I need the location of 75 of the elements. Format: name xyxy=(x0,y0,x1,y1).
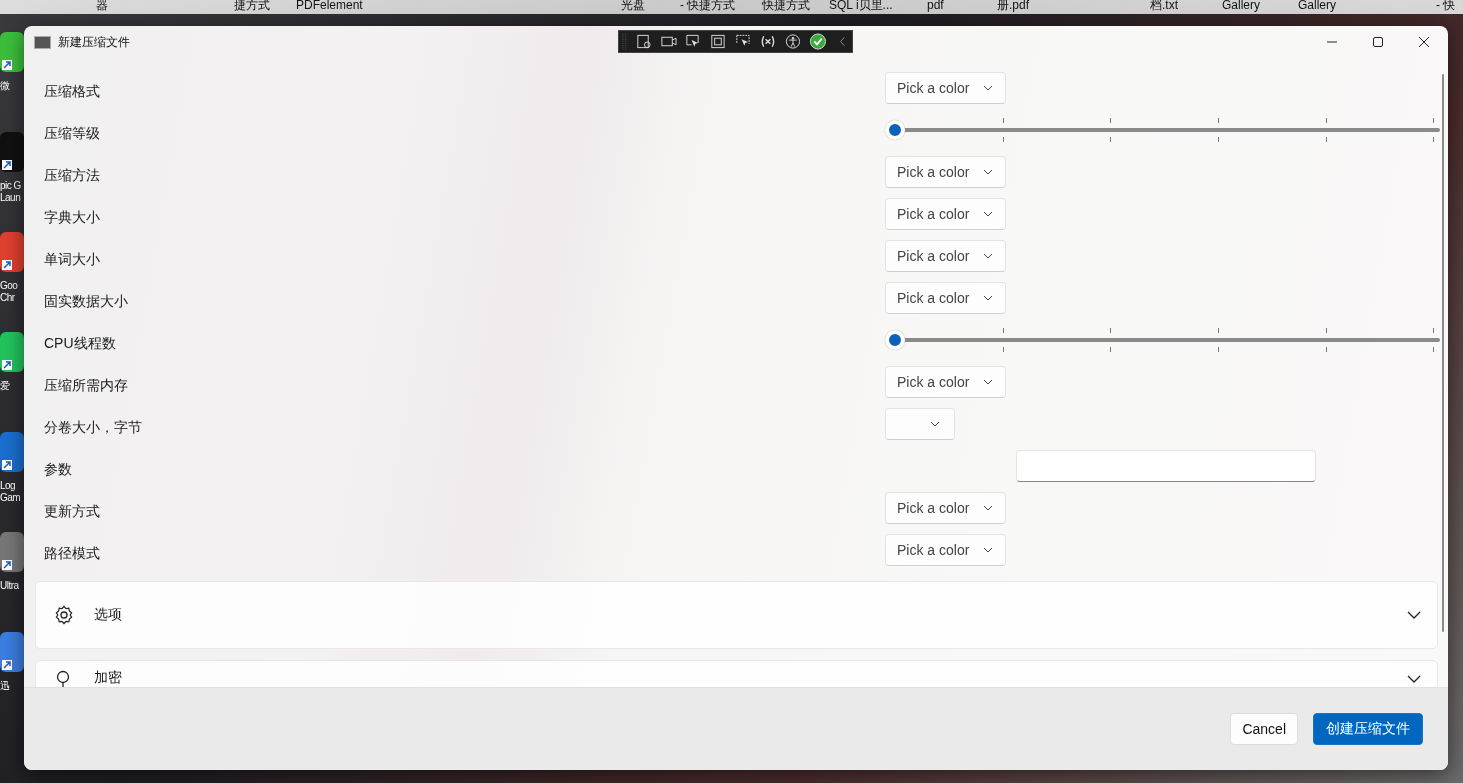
app-shortcut-icon xyxy=(0,330,24,374)
inspect-icon[interactable] xyxy=(634,32,653,51)
icon-label: pic G xyxy=(0,180,21,192)
app-shortcut-icon xyxy=(0,430,24,474)
dropdown[interactable]: Pick a color xyxy=(885,156,1006,188)
icon-label: Laun xyxy=(0,192,21,204)
create-button[interactable]: 创建压缩文件 xyxy=(1313,713,1423,745)
chevron-down-icon xyxy=(983,85,994,91)
setting-label: 压缩格式 xyxy=(44,82,101,101)
icon-label: PDFelement xyxy=(296,0,363,12)
cancel-button[interactable]: Cancel xyxy=(1230,713,1298,745)
icon-label: - 快 xyxy=(1436,0,1456,12)
slider-thumb[interactable] xyxy=(885,330,905,350)
setting-label: 压缩等级 xyxy=(44,124,101,143)
app-icon xyxy=(34,35,51,49)
chevron-down-icon xyxy=(983,295,994,301)
dropdown[interactable]: Pick a color xyxy=(885,240,1006,272)
app-shortcut-icon xyxy=(0,630,24,674)
settings-icon xyxy=(54,605,74,625)
chevron-down-icon xyxy=(983,547,994,553)
icon-label: 册.pdf xyxy=(997,0,1029,12)
maximize-icon[interactable] xyxy=(1372,36,1384,48)
bounds-icon[interactable] xyxy=(709,32,728,51)
dropdown[interactable]: Pick a color xyxy=(885,492,1006,524)
setting-label: CPU线程数 xyxy=(44,334,117,353)
icon-label: Gallery xyxy=(1298,0,1336,12)
icon-label: Gallery xyxy=(1222,0,1260,12)
slider-thumb[interactable] xyxy=(885,120,905,140)
app-shortcut-icon xyxy=(0,230,24,274)
check-icon[interactable] xyxy=(809,32,828,51)
expander-label: 选项 xyxy=(94,606,122,624)
chevron-down-icon xyxy=(983,379,994,385)
expander-card[interactable]: 选项 xyxy=(35,581,1438,649)
app-shortcut-icon xyxy=(0,530,24,574)
icon-label: SQL i贝里... xyxy=(829,0,893,12)
setting-label: 固实数据大小 xyxy=(44,292,129,311)
chevron-down-icon xyxy=(983,253,994,259)
app-shortcut-icon xyxy=(0,130,24,174)
setting-label: 分卷大小，字节 xyxy=(44,418,143,437)
expander-card[interactable]: 加密 xyxy=(35,660,1438,687)
scrollbar[interactable] xyxy=(1442,74,1444,632)
icon-label: 迅 xyxy=(0,680,10,692)
icon-label: 光盘 xyxy=(621,0,645,12)
icon-label: Log xyxy=(0,480,16,492)
icon-label: 器 xyxy=(96,0,108,12)
chevron-down-icon xyxy=(930,421,940,427)
setting-label: 字典大小 xyxy=(44,208,101,227)
setting-label: 参数 xyxy=(44,460,73,479)
dropdown[interactable]: Pick a color xyxy=(885,72,1006,104)
expander-label: 加密 xyxy=(94,669,122,687)
icon-label: pdf xyxy=(927,0,944,12)
setting-label: 更新方式 xyxy=(44,502,101,521)
dropdown[interactable]: Pick a color xyxy=(885,366,1006,398)
accessibility-icon[interactable] xyxy=(784,32,803,51)
icon-label: Ultra xyxy=(0,580,19,592)
close-icon[interactable] xyxy=(1418,36,1430,48)
setting-label: 压缩方法 xyxy=(44,166,101,185)
setting-label: 单词大小 xyxy=(44,250,101,269)
icon-label: Goo xyxy=(0,280,18,292)
dropdown[interactable]: Pick a color xyxy=(885,198,1006,230)
setting-label: 压缩所需内存 xyxy=(44,376,129,395)
chevron-down-icon xyxy=(983,211,994,217)
chevron-down-icon xyxy=(983,169,994,175)
dropdown[interactable]: Pick a color xyxy=(885,534,1006,566)
icon-label: 爱 xyxy=(0,380,10,392)
icon-label: 微 xyxy=(0,80,10,92)
chevron-down-icon xyxy=(983,505,994,511)
icon-label: Gam xyxy=(0,492,21,504)
input-field[interactable] xyxy=(1016,450,1316,482)
icon-label: Chr xyxy=(0,292,15,304)
setting-label: 路径模式 xyxy=(44,544,101,563)
dropdown[interactable]: Pick a color xyxy=(885,282,1006,314)
icon-label: 档.txt xyxy=(1150,0,1178,12)
app-shortcut-icon xyxy=(0,30,24,74)
window-title: 新建压缩文件 xyxy=(58,33,130,51)
